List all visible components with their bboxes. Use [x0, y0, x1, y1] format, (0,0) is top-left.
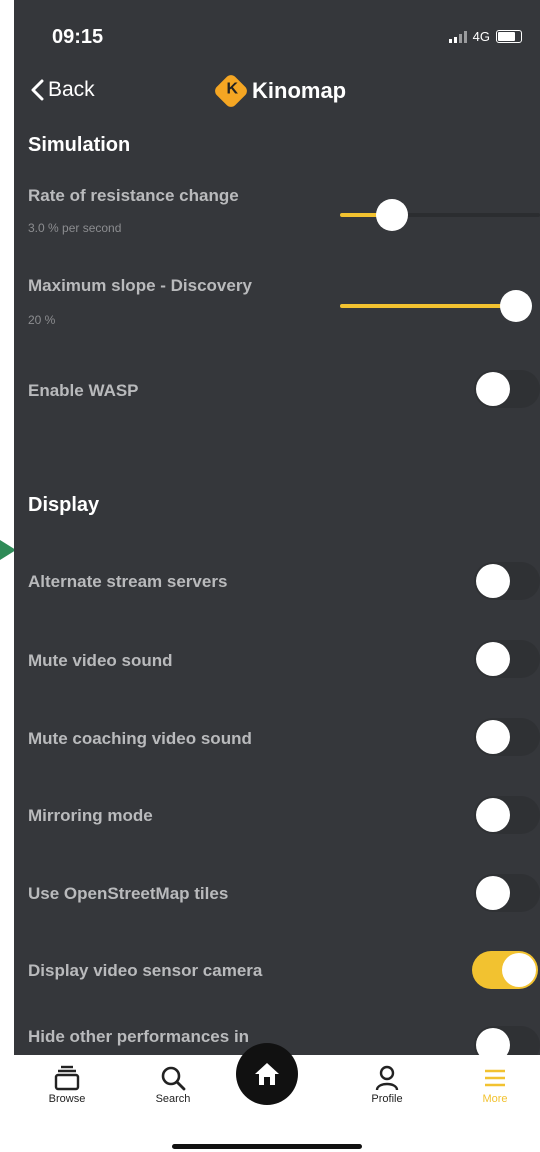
network-label: 4G [472, 29, 490, 44]
alt-stream-title: Alternate stream servers [28, 572, 228, 591]
tab-browse[interactable]: Browse [32, 1063, 102, 1105]
mute-coaching-title: Mute coaching video sound [28, 729, 252, 748]
tab-bar: Browse Search Profile More [0, 1043, 540, 1152]
battery-icon [496, 30, 522, 43]
section-title-display: Display [28, 494, 100, 516]
tab-more[interactable]: More [460, 1063, 530, 1105]
toggle-knob [476, 876, 510, 910]
tab-more-label: More [482, 1093, 508, 1105]
nav-bar: Back Kinomap [14, 70, 540, 118]
mirroring-title: Mirroring mode [28, 806, 153, 825]
menu-icon [460, 1063, 530, 1093]
toggle-knob [476, 372, 510, 406]
profile-icon [352, 1063, 422, 1093]
tab-search[interactable]: Search [138, 1063, 208, 1105]
status-time: 09:15 [52, 26, 104, 48]
slope-title: Maximum slope - Discovery [28, 276, 252, 295]
kinomap-logo-icon [212, 72, 250, 110]
home-icon [255, 1063, 279, 1085]
rate-slider-thumb[interactable] [376, 199, 408, 231]
search-icon [138, 1063, 208, 1093]
browse-icon [32, 1063, 102, 1093]
back-button[interactable]: Back [30, 78, 95, 102]
mute-video-title: Mute video sound [28, 651, 173, 670]
rate-value: 3.0 % per second [28, 221, 122, 235]
rate-title: Rate of resistance change [28, 186, 239, 205]
slope-value: 20 % [28, 313, 56, 327]
status-indicators: 4G [448, 29, 522, 44]
tab-profile[interactable]: Profile [352, 1063, 422, 1105]
wasp-toggle[interactable] [474, 370, 540, 408]
osm-title: Use OpenStreetMap tiles [28, 884, 229, 903]
slope-slider-thumb[interactable] [500, 290, 532, 322]
alt-stream-toggle[interactable] [474, 562, 540, 600]
phone-screen: 09:15 4G Back Kinomap Simulation Rate of… [14, 0, 540, 1152]
sensor-cam-title: Display video sensor camera [28, 961, 263, 980]
tab-browse-label: Browse [48, 1093, 86, 1105]
toggle-knob [476, 798, 510, 832]
tab-profile-label: Profile [371, 1093, 403, 1105]
kinomap-logo: Kinomap [212, 72, 347, 110]
status-bar: 09:15 4G [14, 0, 540, 70]
wasp-title: Enable WASP [28, 381, 139, 400]
tab-search-label: Search [155, 1093, 191, 1105]
toggle-knob [502, 953, 536, 987]
back-label: Back [48, 78, 95, 101]
hide-perf-title: Hide other performances in [28, 1027, 250, 1046]
mute-video-toggle[interactable] [474, 640, 540, 678]
home-indicator [172, 1144, 362, 1149]
logo-text: Kinomap [252, 78, 347, 103]
signal-icon [448, 30, 467, 43]
toggle-knob [476, 564, 510, 598]
toggle-knob [476, 642, 510, 676]
toggle-knob [476, 720, 510, 754]
slope-slider-fill [340, 304, 512, 308]
home-button[interactable] [236, 1043, 298, 1105]
chevron-left-icon [31, 79, 44, 101]
mirroring-toggle[interactable] [474, 796, 540, 834]
osm-toggle[interactable] [474, 874, 540, 912]
mute-coaching-toggle[interactable] [474, 718, 540, 756]
section-title-simulation: Simulation [28, 134, 131, 156]
sensor-cam-toggle[interactable] [472, 951, 538, 989]
